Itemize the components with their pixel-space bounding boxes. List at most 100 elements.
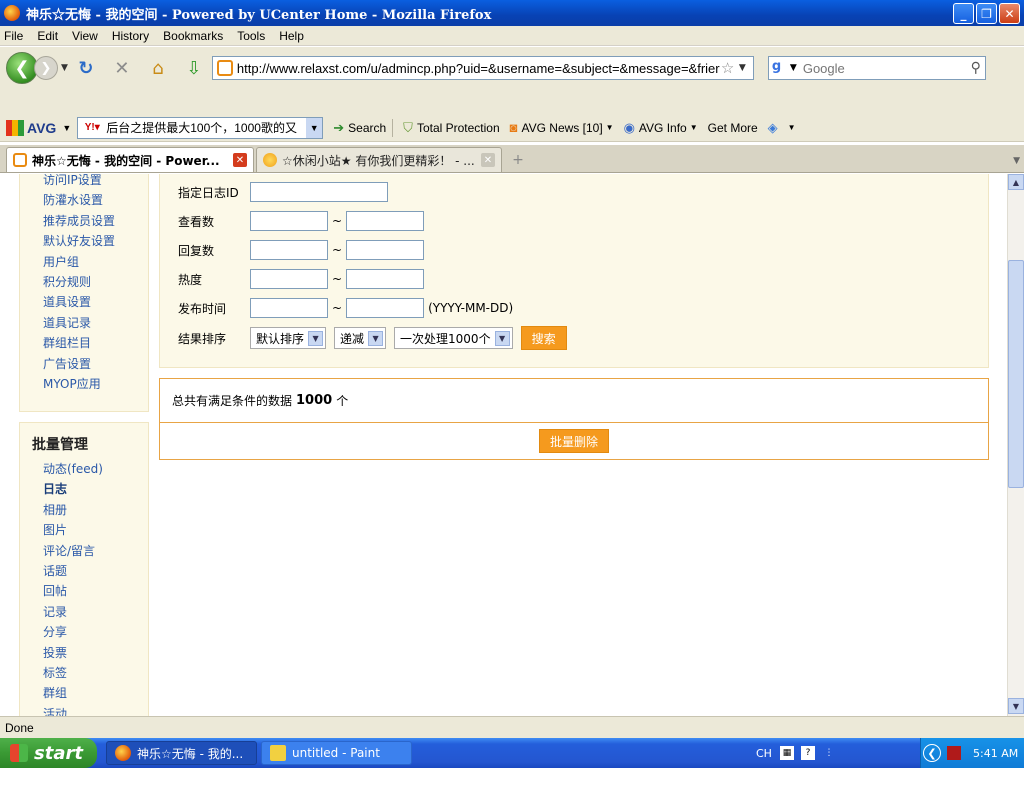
url-text[interactable]: http://www.relaxst.com/u/admincp.php?uid… xyxy=(237,61,721,76)
sidebar-item-ip-access[interactable]: 访问IP设置 xyxy=(20,174,148,190)
history-dropdown-icon[interactable]: ▼ xyxy=(61,63,68,73)
sort-select[interactable]: 默认排序 ▼ xyxy=(250,327,327,349)
ime-options-icon[interactable]: ⋮ xyxy=(822,746,836,760)
firefox-icon xyxy=(4,5,20,21)
sun-favicon-icon xyxy=(263,153,277,167)
total-protection-button[interactable]: ⛉ Total Protection xyxy=(403,120,499,136)
new-tab-button[interactable]: + xyxy=(506,149,530,171)
get-more-button[interactable]: Get More xyxy=(708,121,758,135)
yahoo-icon[interactable]: Y!▾ xyxy=(78,122,106,133)
sidebar-batch-management: 批量管理 动态(feed) 日志 相册 图片 评论/留言 话题 回帖 记录 分享… xyxy=(19,422,149,716)
sidebar-item-shares[interactable]: 分享 xyxy=(20,622,148,642)
tray-expand-icon[interactable]: ❮ xyxy=(923,744,941,762)
avg-menu-dropdown-icon[interactable]: ▼ xyxy=(62,123,71,133)
replies-max-input[interactable] xyxy=(346,240,425,260)
search-bar[interactable]: g ▼ ⚲ xyxy=(767,56,986,80)
url-dropdown-icon[interactable]: ▼ xyxy=(739,63,753,73)
sidebar-item-user-groups[interactable]: 用户组 xyxy=(20,252,148,272)
sidebar-item-anti-spam[interactable]: 防灌水设置 xyxy=(20,190,148,210)
sidebar-item-pictures[interactable]: 图片 xyxy=(20,520,148,540)
avg-search-dropdown-icon[interactable]: ▼ xyxy=(306,117,323,138)
language-indicator[interactable]: CH xyxy=(756,747,772,760)
sidebar-item-ad-settings[interactable]: 广告设置 xyxy=(20,354,148,374)
bookmark-star-icon[interactable]: ☆ xyxy=(721,59,739,77)
sidebar-item-topics[interactable]: 话题 xyxy=(20,561,148,581)
menu-history[interactable]: History xyxy=(112,29,149,43)
home-icon[interactable]: ⌂ xyxy=(146,56,170,80)
download-icon[interactable]: ⇩ xyxy=(182,56,206,80)
replies-min-input[interactable] xyxy=(250,240,328,260)
taskbar-item-paint[interactable]: untitled - Paint xyxy=(261,741,412,765)
avg-tools-button[interactable]: ◈ ▼ xyxy=(768,120,796,136)
menu-edit[interactable]: Edit xyxy=(37,29,58,43)
views-min-input[interactable] xyxy=(250,211,328,231)
ime-icon[interactable]: ▦ xyxy=(780,746,794,760)
tab-close-icon[interactable]: ✕ xyxy=(233,153,247,167)
blog-id-input[interactable] xyxy=(250,182,388,202)
google-icon[interactable]: g xyxy=(772,59,790,77)
search-engine-dropdown-icon[interactable]: ▼ xyxy=(790,63,797,73)
start-button[interactable]: start xyxy=(0,738,97,768)
total-protection-label: Total Protection xyxy=(416,120,500,135)
sidebar-item-magic-logs[interactable]: 道具记录 xyxy=(20,313,148,333)
minimize-button[interactable]: _ xyxy=(953,3,974,24)
order-select[interactable]: 递减 ▼ xyxy=(334,327,387,349)
taskbar-item-firefox[interactable]: 神乐☆无悔 - 我的... xyxy=(106,741,257,765)
maximize-button[interactable]: ❐ xyxy=(976,3,997,24)
vertical-scrollbar[interactable]: ▲ ▼ xyxy=(1007,174,1024,716)
menu-bookmarks[interactable]: Bookmarks xyxy=(163,29,223,43)
sidebar-item-tags[interactable]: 标签 xyxy=(20,663,148,683)
date-format-hint: (YYYY-MM-DD) xyxy=(428,301,514,315)
search-button[interactable]: 搜索 xyxy=(520,326,567,350)
tab-list-dropdown-icon[interactable]: ▼ xyxy=(1013,156,1020,166)
avg-search-input[interactable]: 后台之提供最大100个，1000歌的又 xyxy=(106,119,306,136)
sidebar-item-magic-settings[interactable]: 道具设置 xyxy=(20,292,148,312)
hot-min-input[interactable] xyxy=(250,269,328,289)
url-bar[interactable]: http://www.relaxst.com/u/admincp.php?uid… xyxy=(211,56,754,80)
date-end-input[interactable] xyxy=(346,298,425,318)
avg-search-box[interactable]: Y!▾ 后台之提供最大100个，1000歌的又 ▼ xyxy=(77,116,324,139)
sidebar-item-recommend-members[interactable]: 推荐成员设置 xyxy=(20,211,148,231)
sidebar-item-records[interactable]: 记录 xyxy=(20,602,148,622)
sidebar-item-default-friends[interactable]: 默认好友设置 xyxy=(20,231,148,251)
menu-tools[interactable]: Tools xyxy=(237,29,265,43)
range-tilde: ~ xyxy=(332,243,343,257)
date-start-input[interactable] xyxy=(250,298,328,318)
sidebar-item-polls[interactable]: 投票 xyxy=(20,643,148,663)
sidebar-item-blog[interactable]: 日志 xyxy=(20,479,148,499)
views-max-input[interactable] xyxy=(346,211,425,231)
tab-close-icon[interactable]: ✕ xyxy=(481,153,495,167)
scrollbar-thumb[interactable] xyxy=(1008,260,1024,488)
sidebar-item-credit-rules[interactable]: 积分规则 xyxy=(20,272,148,292)
sidebar-item-album[interactable]: 相册 xyxy=(20,500,148,520)
avg-logo[interactable]: AVG xyxy=(6,119,56,136)
menu-help[interactable]: Help xyxy=(279,29,304,43)
sidebar-item-groups[interactable]: 群组 xyxy=(20,683,148,703)
stop-icon[interactable]: ✕ xyxy=(110,56,134,80)
avg-info-button[interactable]: ◉ AVG Info ▼ xyxy=(624,120,698,136)
scroll-down-icon[interactable]: ▼ xyxy=(1008,698,1024,714)
batch-size-select[interactable]: 一次处理1000个 ▼ xyxy=(394,327,513,349)
tab-my-space[interactable]: 神乐☆无悔 - 我的空间 - Power... ✕ xyxy=(6,147,254,172)
scroll-up-icon[interactable]: ▲ xyxy=(1008,174,1024,190)
search-input[interactable] xyxy=(802,60,953,76)
close-button[interactable]: ✕ xyxy=(999,3,1020,24)
sidebar-item-replies[interactable]: 回帖 xyxy=(20,581,148,601)
sidebar-item-group-categories[interactable]: 群组栏目 xyxy=(20,333,148,353)
reload-icon[interactable]: ↻ xyxy=(74,56,98,80)
sidebar-item-feed[interactable]: 动态(feed) xyxy=(20,459,148,479)
avg-tray-icon[interactable] xyxy=(947,746,961,760)
help-icon[interactable]: ? xyxy=(801,746,815,760)
hot-max-input[interactable] xyxy=(346,269,425,289)
batch-delete-button[interactable]: 批量删除 xyxy=(538,429,609,453)
sidebar-item-comments[interactable]: 评论/留言 xyxy=(20,541,148,561)
forward-icon[interactable]: ❯ xyxy=(34,56,58,80)
avg-search-button[interactable]: ➔ Search xyxy=(333,120,386,136)
menu-file[interactable]: File xyxy=(4,29,23,43)
menu-view[interactable]: View xyxy=(72,29,98,43)
magnifier-icon[interactable]: ⚲ xyxy=(971,60,981,76)
tab-leisure-site[interactable]: ☆休闲小站★ 有你我们更精彩！ - ... ✕ xyxy=(256,147,502,172)
sidebar-item-myop-apps[interactable]: MYOP应用 xyxy=(20,374,148,394)
sidebar-item-events[interactable]: 活动 xyxy=(20,704,148,716)
avg-news-button[interactable]: ◙ AVG News [10] ▼ xyxy=(510,120,614,135)
